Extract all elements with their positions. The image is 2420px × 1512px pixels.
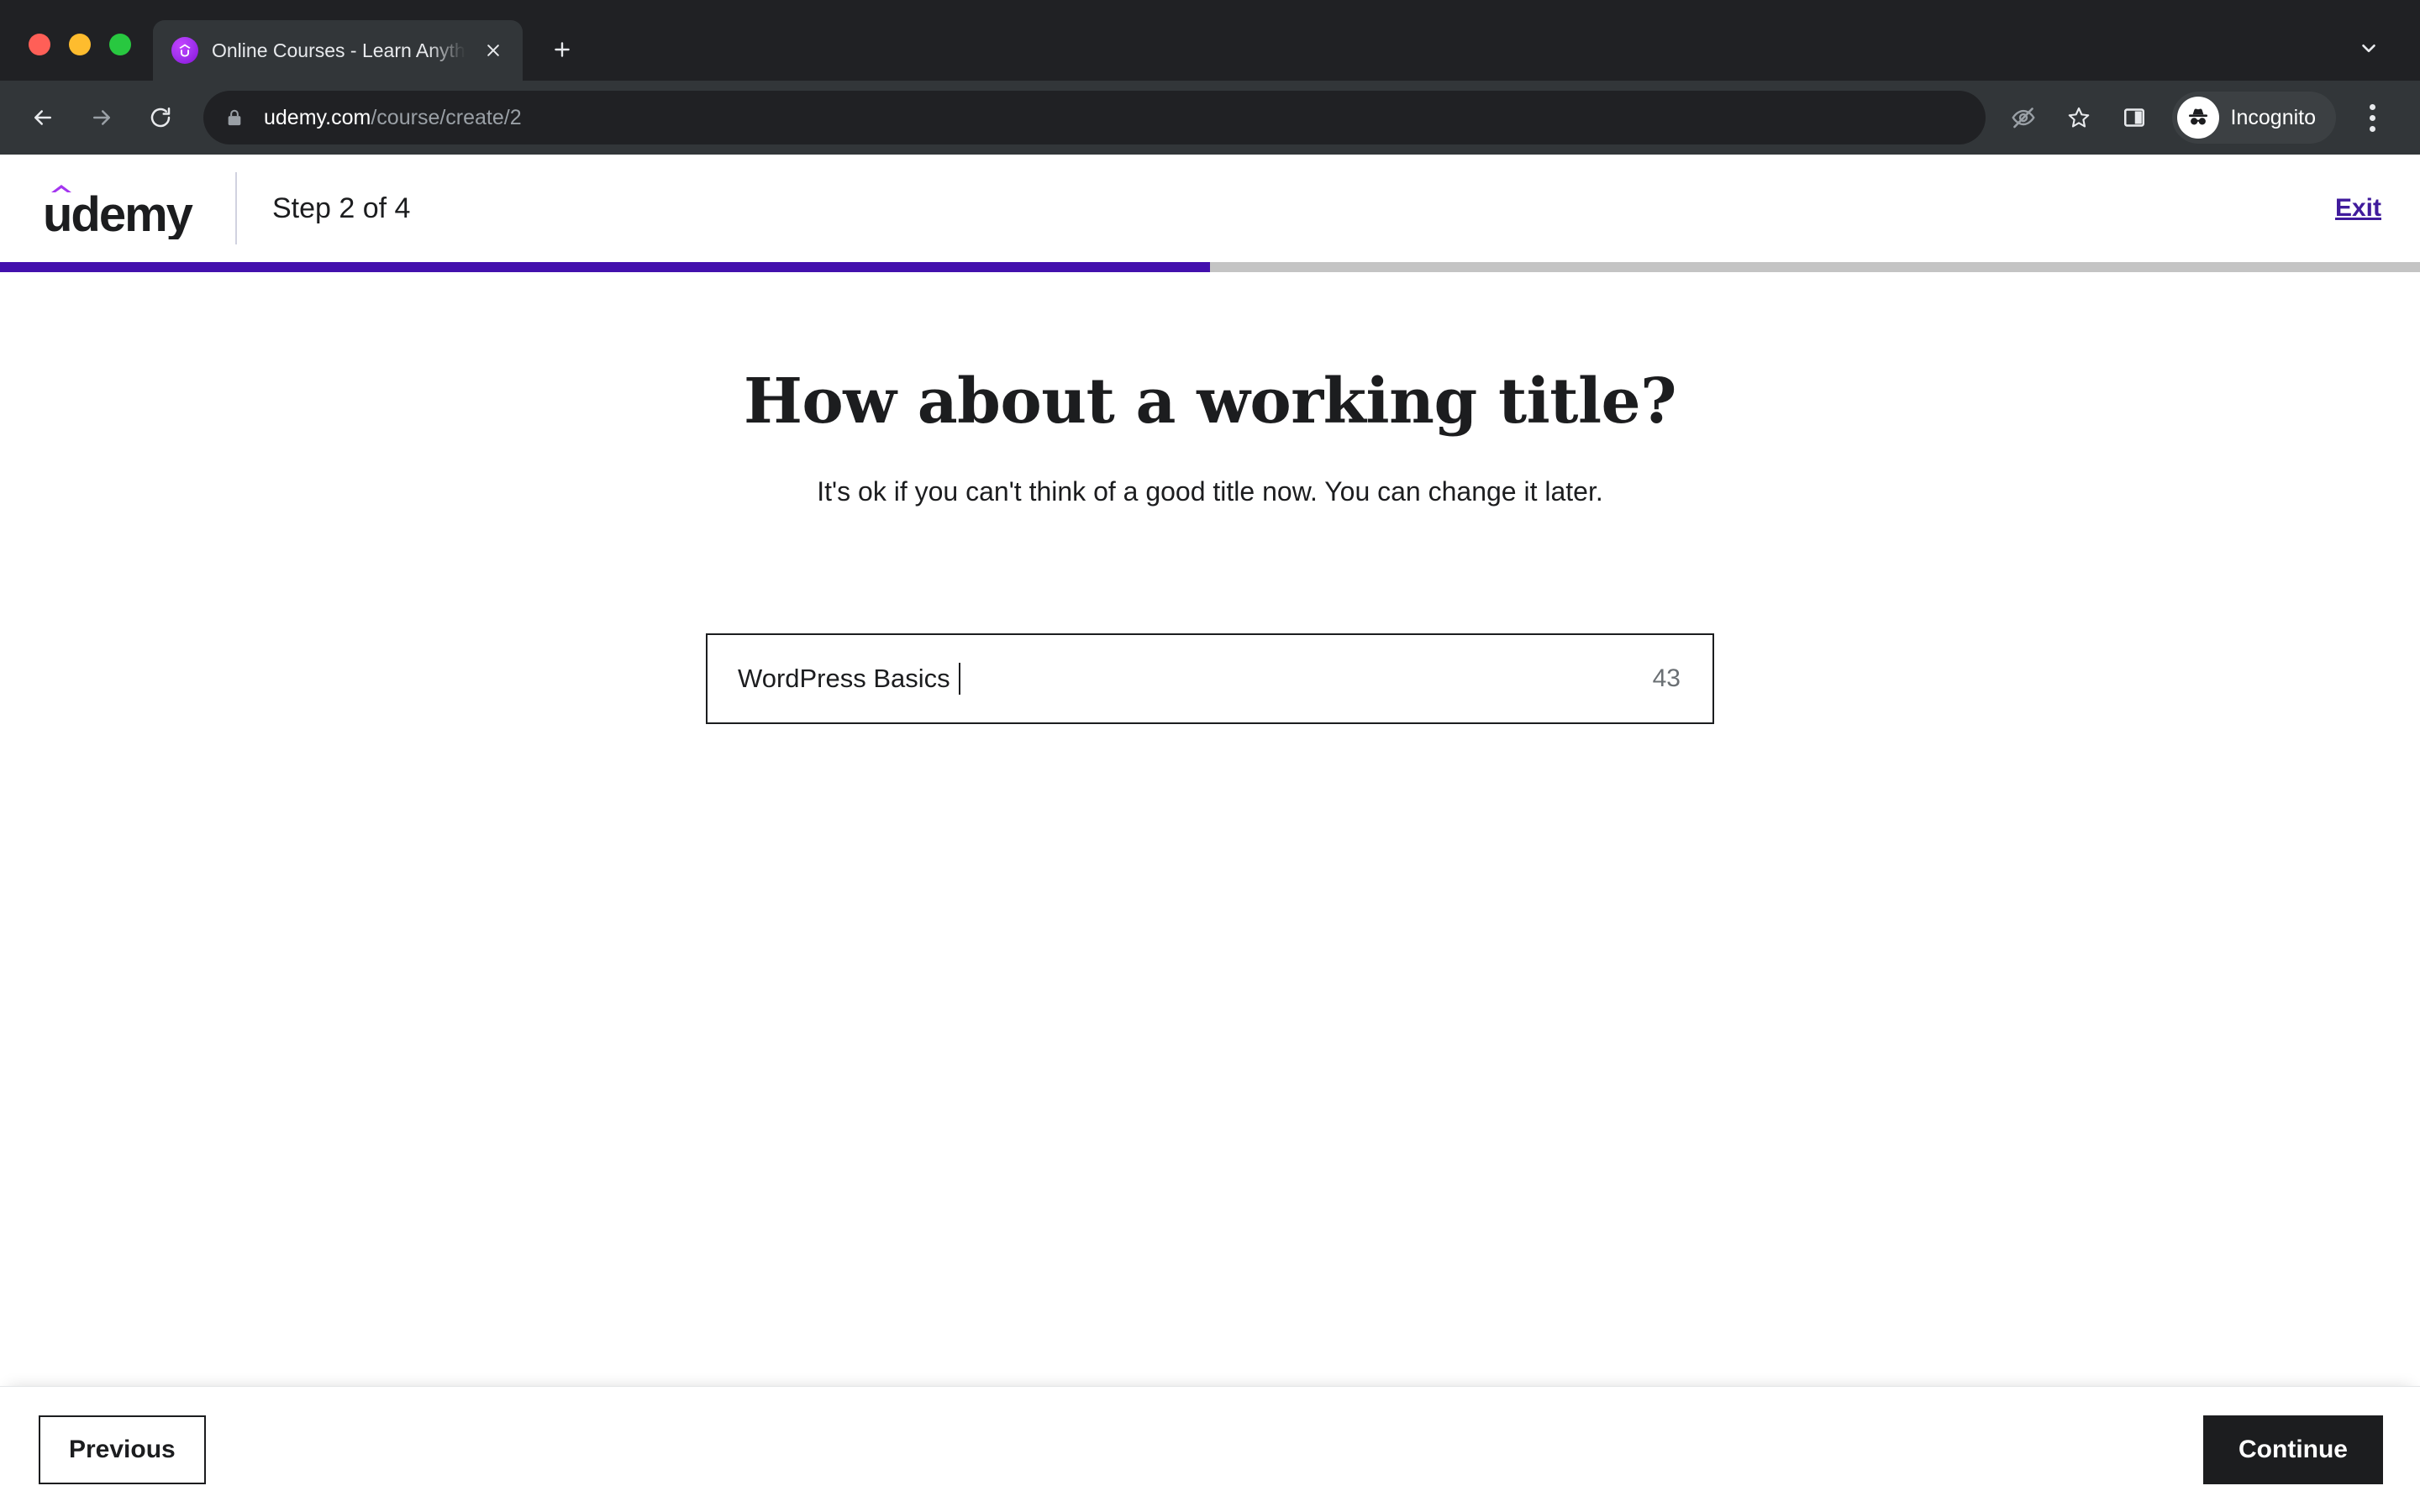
continue-button[interactable]: Continue xyxy=(2203,1415,2383,1484)
tracking-protection-icon[interactable] xyxy=(1997,92,2049,144)
menu-dot xyxy=(2369,103,2375,110)
course-title-value: WordPress Basics xyxy=(738,664,958,693)
progress-bar-fill xyxy=(0,262,1210,272)
svg-text:udemy: udemy xyxy=(43,187,193,239)
window-close-button[interactable] xyxy=(29,34,50,55)
page-subtitle: It's ok if you can't think of a good tit… xyxy=(817,476,1603,507)
side-panel-icon[interactable] xyxy=(2108,92,2160,144)
page-viewport: udemy Step 2 of 4 Exit How about a worki… xyxy=(0,155,2420,1512)
browser-tab[interactable]: Online Courses - Learn Anything xyxy=(153,20,523,81)
incognito-icon xyxy=(2176,97,2219,139)
header-divider xyxy=(235,172,237,244)
address-bar[interactable]: udemy.com/course/create/2 xyxy=(203,91,1986,144)
tab-strip: Online Courses - Learn Anything xyxy=(0,0,2420,81)
new-tab-button[interactable] xyxy=(536,24,588,76)
udemy-favicon xyxy=(171,37,198,64)
main-content: How about a working title? It's ok if yo… xyxy=(0,272,2420,1386)
address-bar-host: udemy.com xyxy=(264,106,371,129)
profile-incognito-button[interactable]: Incognito xyxy=(2171,92,2336,144)
browser-menu-icon[interactable] xyxy=(2346,92,2398,144)
browser-window: Online Courses - Learn Anything udemy.co… xyxy=(0,0,2420,1512)
chevron-down-icon[interactable] xyxy=(2343,22,2395,74)
previous-button[interactable]: Previous xyxy=(39,1415,206,1484)
browser-toolbar: udemy.com/course/create/2 Incognito xyxy=(0,81,2420,155)
profile-label: Incognito xyxy=(2230,106,2316,129)
address-bar-url: udemy.com/course/create/2 xyxy=(264,105,522,130)
wizard-footer: Previous Continue xyxy=(0,1386,2420,1512)
step-indicator: Step 2 of 4 xyxy=(272,192,411,224)
reload-button[interactable] xyxy=(133,90,188,145)
back-button[interactable] xyxy=(15,90,71,145)
window-minimize-button[interactable] xyxy=(69,34,91,55)
lock-icon xyxy=(225,107,247,129)
window-traffic-lights xyxy=(0,34,153,81)
character-counter: 43 xyxy=(1652,664,1681,692)
address-bar-path: /course/create/2 xyxy=(371,106,522,129)
close-icon[interactable] xyxy=(479,36,508,65)
site-header: udemy Step 2 of 4 Exit xyxy=(0,155,2420,262)
window-maximize-button[interactable] xyxy=(109,34,131,55)
page-title: How about a working title? xyxy=(743,365,1677,438)
text-caret xyxy=(959,663,961,695)
bookmark-star-icon[interactable] xyxy=(2053,92,2105,144)
menu-dot xyxy=(2369,114,2375,121)
exit-link[interactable]: Exit xyxy=(2335,192,2381,225)
forward-button[interactable] xyxy=(74,90,129,145)
course-title-input[interactable]: WordPress Basics 43 xyxy=(706,633,1714,724)
progress-bar xyxy=(0,262,2420,272)
tab-title: Online Courses - Learn Anything xyxy=(212,39,466,61)
menu-dot xyxy=(2369,125,2375,132)
udemy-logo[interactable]: udemy xyxy=(0,155,235,262)
udemy-logo-mark: udemy xyxy=(39,177,196,239)
